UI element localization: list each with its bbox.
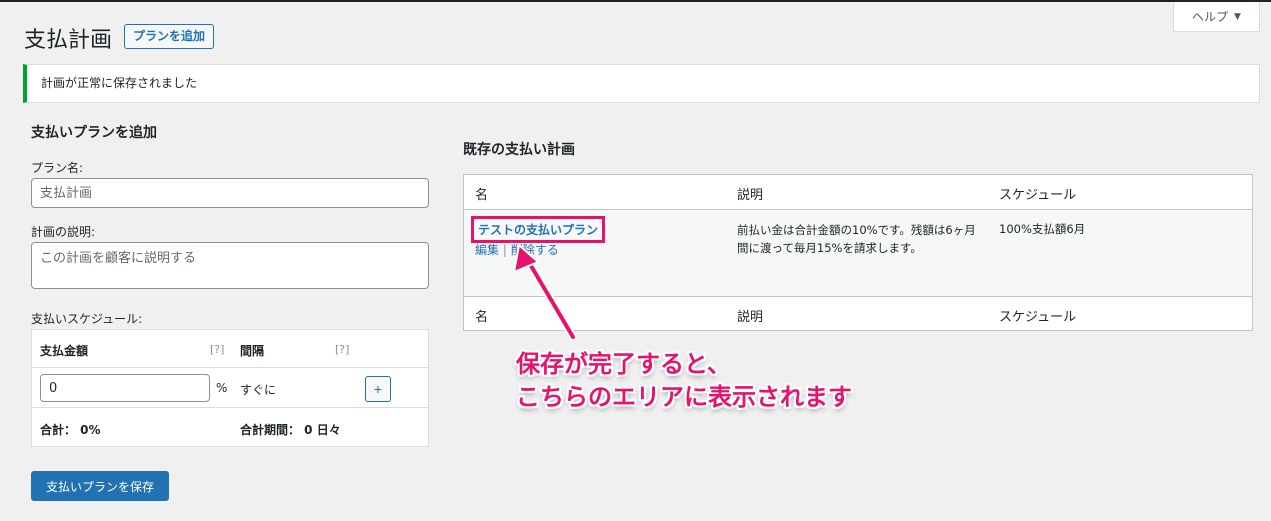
page-title: 支払計画: [24, 28, 113, 53]
row-actions: 編集 | 削除する: [475, 241, 559, 258]
add-plan-heading: 支払いプランを追加: [31, 125, 157, 141]
amount-header: 支払金額: [40, 344, 89, 358]
admin-bar-edge: [0, 0, 1271, 2]
help-tab-label: ヘルプ: [1192, 10, 1229, 24]
interval-help-icon[interactable]: [?]: [335, 343, 349, 356]
add-plan-button[interactable]: プランを追加: [124, 24, 215, 49]
help-tab[interactable]: ヘルプ ▼: [1173, 2, 1260, 32]
total-period-label: 合計期間： 0 日々: [240, 423, 341, 437]
notice-message: 計画が正常に保存されました: [41, 76, 198, 90]
interval-value: すぐに: [240, 383, 277, 397]
column-header-description[interactable]: 説明: [737, 184, 763, 203]
plan-name-input[interactable]: [31, 178, 429, 208]
column-footer-description[interactable]: 説明: [737, 306, 763, 325]
amount-help-icon[interactable]: [?]: [210, 343, 224, 356]
add-schedule-row-button[interactable]: +: [365, 376, 391, 402]
plan-description-cell: 前払い金は合計金額の10%です。残額は6ヶ月間に渡って毎月15%を請求します。: [737, 223, 976, 255]
schedule-table: 支払金額 [?] 間隔 [?] % すぐに + 合計： 0% 合計期間： 0 日…: [31, 329, 429, 447]
annotation-callout-line2: こちらのエリアに表示されます: [516, 383, 852, 411]
success-notice: 計画が正常に保存されました: [23, 64, 1260, 103]
table-footer-row: 名 説明 スケジュール: [464, 297, 1252, 331]
plan-description-input[interactable]: [31, 242, 429, 289]
total-label: 合計： 0%: [40, 423, 101, 437]
existing-plans-heading: 既存の支払い計画: [463, 142, 575, 158]
column-header-schedule[interactable]: スケジュール: [999, 184, 1076, 203]
edit-link[interactable]: 編集: [475, 243, 499, 257]
row-action-separator: |: [502, 243, 507, 257]
save-plan-button[interactable]: 支払いプランを保存: [31, 471, 169, 501]
schedule-total-row: 合計： 0% 合計期間： 0 日々: [32, 408, 428, 446]
column-footer-name[interactable]: 名: [475, 306, 488, 325]
interval-header: 間隔: [240, 344, 265, 358]
plan-desc-label: 計画の説明:: [31, 225, 96, 239]
delete-link[interactable]: 削除する: [511, 243, 559, 257]
column-header-name[interactable]: 名: [475, 184, 488, 203]
schedule-entry-row: % すぐに +: [32, 368, 428, 408]
percent-symbol: %: [216, 381, 228, 395]
annotation-callout-line1: 保存が完了すると、: [516, 350, 732, 378]
table-header-row: 名 説明 スケジュール: [464, 175, 1252, 210]
plan-name-link[interactable]: テストの支払いプラン: [471, 216, 606, 243]
schedule-header-row: 支払金額 [?] 間隔 [?]: [32, 330, 428, 368]
table-row: テストの支払いプラン 編集 | 削除する 前払い金は合計金額の10%です。残額は…: [464, 210, 1252, 297]
plan-schedule-cell: 100%支払額6月: [999, 222, 1086, 236]
caret-down-icon: ▼: [1234, 11, 1241, 22]
schedule-label: 支払いスケジュール:: [31, 312, 143, 326]
amount-input[interactable]: [40, 374, 210, 402]
column-footer-schedule[interactable]: スケジュール: [999, 306, 1076, 325]
existing-plans-table: 名 説明 スケジュール テストの支払いプラン 編集 | 削除する 前払い金は合計…: [463, 174, 1253, 331]
plan-name-label: プラン名:: [31, 161, 84, 175]
